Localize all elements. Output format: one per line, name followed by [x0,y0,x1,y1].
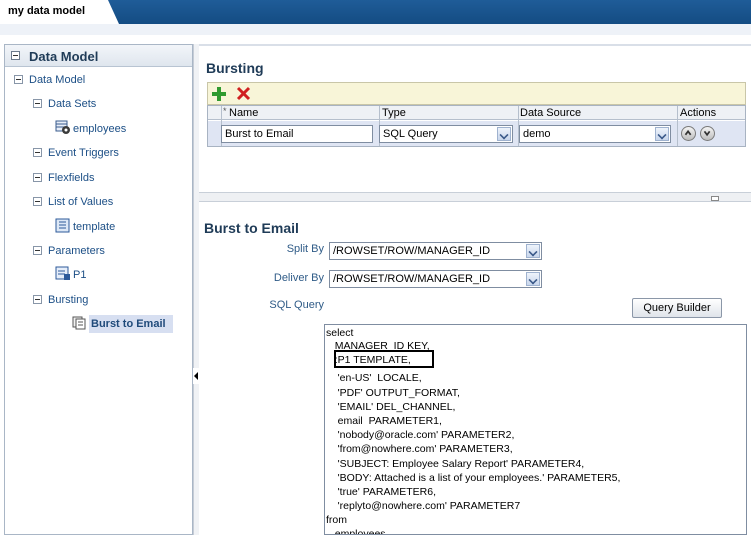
chevron-down-icon[interactable] [526,272,540,286]
collapse-icon[interactable] [33,148,42,157]
chevron-down-icon[interactable] [526,244,540,258]
tab-title: my data model [8,5,86,17]
sql-line: 'from@nowhere.com' PARAMETER3, [326,443,513,455]
template-highlight-box [334,350,434,368]
tree-item-data-model[interactable]: Data Model [29,74,85,86]
sql-line: 'SUBJECT: Employee Salary Report' PARAME… [326,458,585,470]
burst-name-input[interactable]: Burst to Email [221,125,373,143]
burst-icon [72,316,86,330]
sql-line: 'BODY: Attached is a list of your employ… [326,472,621,484]
sql-line: 'replyto@nowhere.com' PARAMETER7 [326,500,521,512]
split-by-label: Split By [286,243,324,255]
sql-line: employees [326,528,386,535]
move-down-icon[interactable] [700,126,715,141]
split-by-select[interactable]: /ROWSET/ROW/MANAGER_ID [329,242,542,260]
query-builder-button[interactable]: Query Builder [632,298,722,318]
tree-item-parameters[interactable]: Parameters [48,245,105,257]
collapse-panel-icon[interactable] [11,51,20,60]
bursting-toolbar [207,82,746,105]
burst-data-source-select[interactable]: demo [519,125,671,143]
column-header-name: Name [229,107,259,119]
collapse-icon[interactable] [33,99,42,108]
horizontal-splitter[interactable] [199,192,751,202]
tree-item-template[interactable]: template [73,221,115,233]
burst-type-value: SQL Query [383,128,438,140]
tree-item-flexfields[interactable]: Flexfields [48,172,94,184]
move-up-icon[interactable] [681,126,696,141]
collapse-left-arrow-icon[interactable] [193,368,199,384]
sql-line: 'PDF' OUTPUT_FORMAT, [326,387,460,399]
sql-line: 'true' PARAMETER6, [326,486,437,498]
tree-item-list-of-values[interactable]: List of Values [48,196,113,208]
sql-line: 'nobody@oracle.com' PARAMETER2, [326,429,515,441]
panel-title: Data Model [29,49,99,64]
data-model-panel-header[interactable]: Data Model [5,45,192,67]
column-header-actions: Actions [680,107,717,119]
splitter-handle-icon[interactable] [711,196,719,201]
parameter-icon [55,266,70,280]
collapse-icon[interactable] [33,173,42,182]
list-of-values-icon [55,218,70,233]
table-header [208,106,745,120]
delete-icon[interactable] [236,86,251,101]
split-by-value: /ROWSET/ROW/MANAGER_ID [333,245,491,257]
tree-item-p1[interactable]: P1 [73,269,86,281]
bursting-title: Bursting [206,60,264,76]
sql-line: select [326,327,354,339]
sql-line: 'en-US' LOCALE, [326,372,422,384]
tree-item-burst-to-email[interactable]: Burst to Email [91,318,166,330]
detail-title: Burst to Email [204,220,299,236]
sql-line: email PARAMETER1, [326,415,442,427]
tree-item-bursting[interactable]: Bursting [48,294,88,306]
burst-data-source-value: demo [523,128,551,140]
collapse-icon[interactable] [33,197,42,206]
dataset-icon [55,120,70,134]
chevron-down-icon[interactable] [497,127,511,141]
deliver-by-label: Deliver By [273,272,324,284]
chevron-down-icon[interactable] [655,127,669,141]
collapse-icon[interactable] [33,295,42,304]
tree-item-data-sets[interactable]: Data Sets [48,98,96,110]
tree-item-employees[interactable]: employees [73,123,126,135]
sql-query-label: SQL Query [269,299,324,311]
tab-my-data-model[interactable]: my data model [0,0,119,24]
data-model-panel: Data Model [4,44,193,535]
column-header-data-source: Data Source [520,107,582,119]
required-icon: * [223,106,227,116]
top-tab-bar: my data model [0,0,751,35]
tree-item-event-triggers[interactable]: Event Triggers [48,147,119,159]
sql-line: from [326,514,347,526]
deliver-by-select[interactable]: /ROWSET/ROW/MANAGER_ID [329,270,542,288]
collapse-icon[interactable] [33,246,42,255]
add-icon[interactable] [211,86,227,102]
deliver-by-value: /ROWSET/ROW/MANAGER_ID [333,273,491,285]
collapse-icon[interactable] [14,75,23,84]
column-header-type: Type [382,107,406,119]
sql-line: 'EMAIL' DEL_CHANNEL, [326,401,456,413]
tab-strip [0,24,751,35]
burst-type-select[interactable]: SQL Query [379,125,513,143]
